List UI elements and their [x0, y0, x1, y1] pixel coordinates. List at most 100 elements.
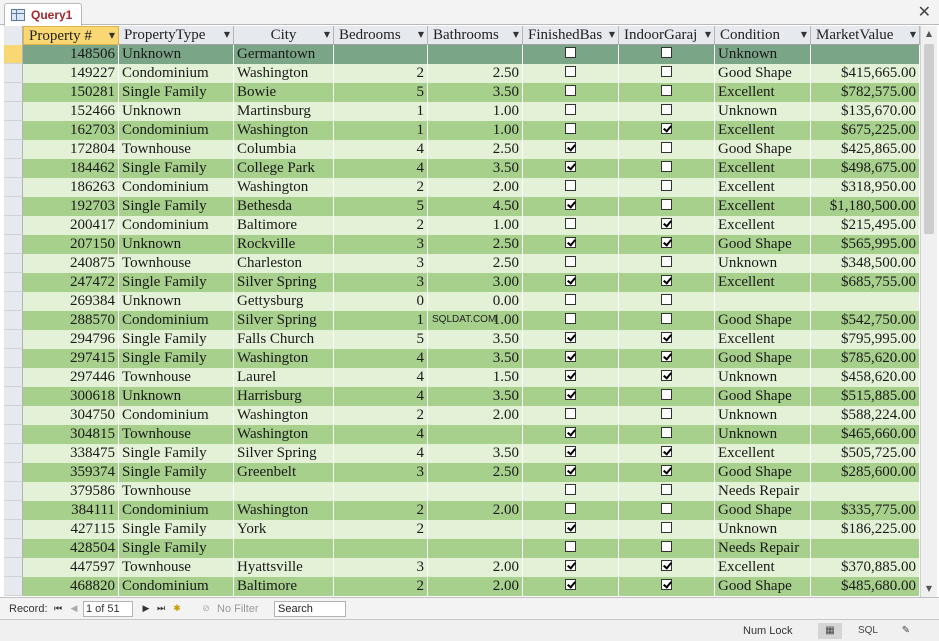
cell-property-type[interactable]: Townhouse: [119, 254, 234, 273]
table-row[interactable]: 338475 Single Family Silver Spring 4 3.50 Exc…: [4, 444, 920, 463]
cell-property-no[interactable]: 150281: [23, 83, 119, 102]
cell-property-no[interactable]: 338475: [23, 444, 119, 463]
sql-view-button[interactable]: SQL: [856, 623, 880, 639]
checkbox[interactable]: [661, 427, 672, 438]
column-header-finished-basement[interactable]: FinishedBas ▼: [523, 26, 619, 45]
cell-market-value[interactable]: $782,575.00: [811, 83, 920, 102]
cell-city[interactable]: Silver Spring: [234, 444, 334, 463]
cell-market-value[interactable]: [811, 539, 920, 558]
row-selector[interactable]: [4, 311, 23, 330]
cell-property-no[interactable]: 447597: [23, 558, 119, 577]
cell-condition[interactable]: Unknown: [715, 520, 811, 539]
column-header-property-no[interactable]: Property # ▼: [23, 26, 119, 45]
cell-condition[interactable]: Excellent: [715, 159, 811, 178]
search-input[interactable]: Search: [274, 601, 346, 617]
cell-market-value[interactable]: $795,995.00: [811, 330, 920, 349]
checkbox[interactable]: [661, 503, 672, 514]
checkbox[interactable]: [661, 408, 672, 419]
checkbox[interactable]: [565, 484, 576, 495]
cell-property-no[interactable]: 427115: [23, 520, 119, 539]
checkbox[interactable]: [661, 104, 672, 115]
cell-city[interactable]: Harrisburg: [234, 387, 334, 406]
cell-property-no[interactable]: 304750: [23, 406, 119, 425]
checkbox[interactable]: [661, 446, 672, 457]
cell-bedrooms[interactable]: 4: [334, 159, 428, 178]
dropdown-arrow-icon[interactable]: ▼: [513, 26, 519, 44]
cell-bathrooms[interactable]: 2.00: [428, 577, 523, 596]
cell-condition[interactable]: Excellent: [715, 121, 811, 140]
row-selector[interactable]: [4, 178, 23, 197]
cell-property-no[interactable]: 288570: [23, 311, 119, 330]
cell-city[interactable]: Gettysburg: [234, 292, 334, 311]
cell-market-value[interactable]: $318,950.00: [811, 178, 920, 197]
cell-condition[interactable]: Unknown: [715, 254, 811, 273]
cell-bathrooms[interactable]: [428, 482, 523, 501]
cell-city[interactable]: York: [234, 520, 334, 539]
cell-bedrooms[interactable]: 3: [334, 558, 428, 577]
cell-bedrooms[interactable]: 4: [334, 444, 428, 463]
cell-condition[interactable]: Good Shape: [715, 463, 811, 482]
row-selector[interactable]: [4, 121, 23, 140]
cell-bedrooms[interactable]: 2: [334, 406, 428, 425]
scroll-up-arrow-icon[interactable]: ▲: [921, 26, 937, 42]
checkbox[interactable]: [661, 180, 672, 191]
cell-city[interactable]: College Park: [234, 159, 334, 178]
checkbox[interactable]: [565, 389, 576, 400]
column-header-city[interactable]: City ▼: [234, 26, 334, 45]
cell-bathrooms[interactable]: 2.50: [428, 235, 523, 254]
checkbox[interactable]: [565, 180, 576, 191]
cell-property-type[interactable]: Condominium: [119, 406, 234, 425]
cell-property-type[interactable]: Unknown: [119, 102, 234, 121]
column-header-condition[interactable]: Condition ▼: [715, 26, 811, 45]
cell-city[interactable]: Falls Church: [234, 330, 334, 349]
dropdown-arrow-icon[interactable]: ▼: [705, 26, 711, 44]
table-row[interactable]: 247472 Single Family Silver Spring 3 3.00 Exc…: [4, 273, 920, 292]
row-selector[interactable]: [4, 349, 23, 368]
checkbox[interactable]: [565, 47, 576, 58]
cell-property-type[interactable]: Unknown: [119, 235, 234, 254]
cell-bedrooms[interactable]: 3: [334, 254, 428, 273]
checkbox[interactable]: [661, 294, 672, 305]
cell-market-value[interactable]: $348,500.00: [811, 254, 920, 273]
cell-condition[interactable]: Unknown: [715, 368, 811, 387]
cell-bedrooms[interactable]: 2: [334, 520, 428, 539]
cell-city[interactable]: Baltimore: [234, 577, 334, 596]
table-row[interactable]: 379586 Townhouse Needs Repair: [4, 482, 920, 501]
cell-property-type[interactable]: Single Family: [119, 539, 234, 558]
cell-city[interactable]: Martinsburg: [234, 102, 334, 121]
cell-bathrooms[interactable]: 1.50: [428, 368, 523, 387]
cell-condition[interactable]: Excellent: [715, 273, 811, 292]
cell-property-no[interactable]: 294796: [23, 330, 119, 349]
cell-property-type[interactable]: Single Family: [119, 159, 234, 178]
checkbox[interactable]: [661, 237, 672, 248]
cell-city[interactable]: Washington: [234, 178, 334, 197]
cell-city[interactable]: Charleston: [234, 254, 334, 273]
checkbox[interactable]: [565, 104, 576, 115]
cell-property-no[interactable]: 149227: [23, 64, 119, 83]
cell-market-value[interactable]: $675,225.00: [811, 121, 920, 140]
cell-city[interactable]: Washington: [234, 349, 334, 368]
cell-property-type[interactable]: Single Family: [119, 330, 234, 349]
cell-property-no[interactable]: 297415: [23, 349, 119, 368]
dropdown-arrow-icon[interactable]: ▼: [609, 26, 615, 44]
cell-property-type[interactable]: Single Family: [119, 83, 234, 102]
close-icon[interactable]: ✕: [918, 3, 931, 21]
table-row[interactable]: 294796 Single Family Falls Church 5 3.50 Exce…: [4, 330, 920, 349]
cell-bathrooms[interactable]: 3.50: [428, 330, 523, 349]
cell-bathrooms[interactable]: 3.50: [428, 83, 523, 102]
cell-condition[interactable]: Good Shape: [715, 235, 811, 254]
cell-market-value[interactable]: [811, 45, 920, 64]
cell-property-no[interactable]: 152466: [23, 102, 119, 121]
cell-property-no[interactable]: 379586: [23, 482, 119, 501]
table-row[interactable]: 200417 Condominium Baltimore 2 1.00 Excellent…: [4, 216, 920, 235]
cell-city[interactable]: Washington: [234, 121, 334, 140]
checkbox[interactable]: [565, 370, 576, 381]
cell-property-no[interactable]: 468820: [23, 577, 119, 596]
table-row[interactable]: 297446 Townhouse Laurel 4 1.50 Unknown $458,62…: [4, 368, 920, 387]
no-filter-label[interactable]: No Filter: [217, 601, 259, 617]
row-selector[interactable]: [4, 463, 23, 482]
cell-property-type[interactable]: Townhouse: [119, 425, 234, 444]
cell-city[interactable]: Rockville: [234, 235, 334, 254]
checkbox[interactable]: [661, 522, 672, 533]
cell-condition[interactable]: Excellent: [715, 330, 811, 349]
